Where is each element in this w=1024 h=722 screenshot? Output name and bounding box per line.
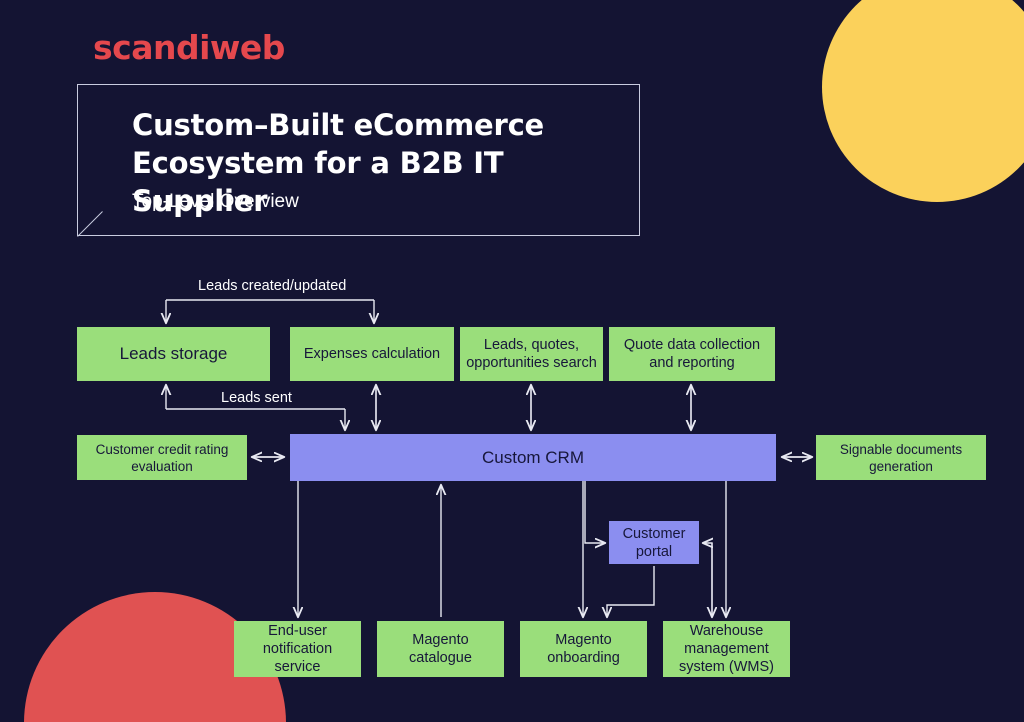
node-end-user-notification-service[interactable]: End-user notification service: [234, 621, 361, 677]
node-magento-onboarding[interactable]: Magento onboarding: [520, 621, 647, 677]
node-customer-portal[interactable]: Customer portal: [609, 521, 699, 564]
node-label: Leads storage: [119, 344, 228, 363]
node-label: Customer portal: [622, 525, 686, 560]
node-label: Warehouse management system (WMS): [678, 623, 775, 675]
node-expenses-calculation[interactable]: Expenses calculation: [290, 327, 454, 381]
node-label: Quote data collection and reporting: [623, 337, 761, 371]
node-magento-catalogue[interactable]: Magento catalogue: [377, 621, 504, 677]
node-label: Magento catalogue: [409, 632, 472, 666]
node-leads-quotes-opportunities-search[interactable]: Leads, quotes, opportunities search: [460, 327, 603, 381]
node-warehouse-management-system[interactable]: Warehouse management system (WMS): [663, 621, 790, 677]
node-label: Leads, quotes, opportunities search: [466, 337, 597, 371]
node-label: End-user notification service: [262, 623, 333, 675]
node-label: Expenses calculation: [303, 346, 441, 362]
edge-label-leads-sent: Leads sent: [221, 390, 292, 406]
node-signable-documents-generation[interactable]: Signable documents generation: [816, 435, 986, 480]
diagram-canvas: scandiweb Custom–Built eCommerce Ecosyst…: [0, 0, 1024, 722]
node-customer-credit-rating-evaluation[interactable]: Customer credit rating evaluation: [77, 435, 247, 480]
decorative-circle-yellow: [822, 0, 1024, 202]
scandiweb-logo: scandiweb: [93, 28, 285, 67]
node-label: Magento onboarding: [547, 632, 620, 666]
node-custom-crm[interactable]: Custom CRM: [290, 434, 776, 481]
page-subtitle: Top-Level Overview: [132, 191, 299, 212]
edge-label-leads-created-updated: Leads created/updated: [198, 278, 347, 294]
node-label: Customer credit rating evaluation: [95, 441, 229, 474]
page-title-line1: Custom–Built eCommerce: [132, 108, 545, 142]
node-leads-storage[interactable]: Leads storage: [77, 327, 270, 381]
node-label: Custom CRM: [481, 447, 584, 467]
title-card: Custom–Built eCommerce Ecosystem for a B…: [77, 84, 640, 236]
node-label: Signable documents generation: [839, 441, 963, 474]
node-quote-data-collection-and-reporting[interactable]: Quote data collection and reporting: [609, 327, 775, 381]
title-card-tail: [77, 211, 103, 237]
